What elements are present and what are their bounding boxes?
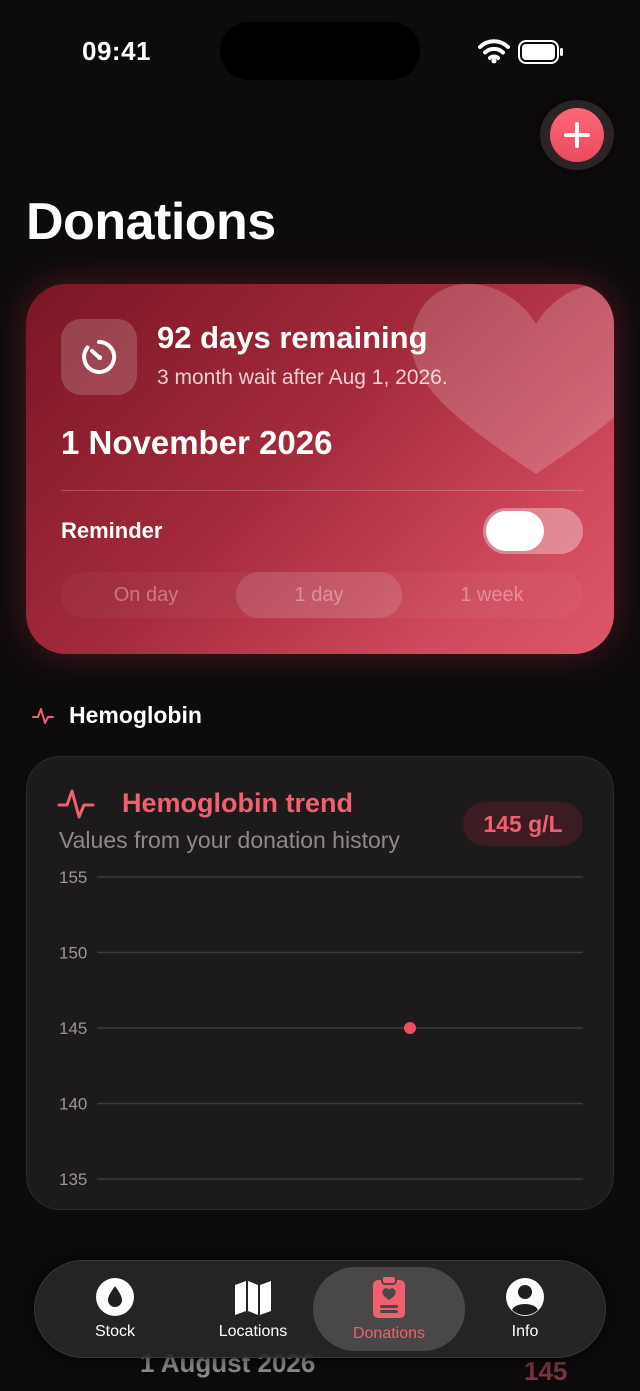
battery-icon [518, 40, 563, 64]
section-title-hemoglobin: Hemoglobin [69, 702, 202, 728]
toggle-knob [486, 511, 544, 551]
timer-icon [82, 339, 117, 374]
reminder-timing-segmented-control[interactable]: On day 1 day 1 week [61, 572, 583, 618]
tab-donations[interactable]: Donations [319, 1261, 459, 1357]
chart-subtitle: Values from your donation history [59, 827, 400, 853]
dynamic-island [220, 22, 420, 80]
tab-locations[interactable]: Locations [183, 1261, 323, 1357]
hemoglobin-chart: 155 150 145 140 135 [59, 868, 583, 1189]
add-donation-button[interactable] [540, 100, 614, 170]
page-title: Donations [26, 193, 276, 251]
next-donation-card: 92 days remaining 3 month wait after Aug… [26, 284, 614, 654]
plus-icon [564, 122, 590, 148]
hemoglobin-trend-card: Hemoglobin trend Values from your donati… [26, 756, 614, 1210]
next-donation-date: 1 November 2026 [61, 424, 333, 461]
drop-icon [96, 1278, 134, 1316]
current-value-badge: 145 g/L [463, 802, 583, 846]
y-tick-label: 155 [59, 868, 87, 887]
segment-1-day[interactable]: 1 day [236, 572, 402, 618]
wait-description: 3 month wait after Aug 1, 2026. [157, 366, 448, 389]
y-tick-label: 145 [59, 1019, 87, 1038]
clipboard-heart-icon [373, 1275, 405, 1318]
y-tick-label: 150 [59, 944, 87, 963]
tab-bar: Stock Locations Donations Info [34, 1260, 606, 1358]
tab-info[interactable]: Info [455, 1261, 595, 1357]
map-icon [235, 1281, 271, 1315]
tab-label: Stock [94, 1323, 135, 1340]
person-circle-icon [506, 1278, 544, 1316]
tab-label: Info [511, 1323, 539, 1340]
y-tick-label: 135 [59, 1170, 87, 1189]
reminder-toggle[interactable] [483, 508, 583, 554]
reminder-label: Reminder [61, 518, 163, 543]
tab-stock[interactable]: Stock [45, 1261, 185, 1357]
heartbeat-icon [32, 708, 54, 724]
donation-entry-value: 145 [524, 1356, 568, 1386]
chart-title: Hemoglobin trend [122, 788, 353, 818]
divider [61, 490, 583, 491]
y-tick-label: 140 [59, 1095, 87, 1114]
data-point[interactable] [404, 1022, 416, 1034]
wifi-icon [478, 39, 510, 64]
segment-on-day[interactable]: On day [61, 572, 231, 618]
days-remaining: 92 days remaining [157, 320, 428, 355]
segment-1-week[interactable]: 1 week [407, 572, 577, 618]
tab-label: Locations [218, 1323, 288, 1340]
tab-label: Donations [352, 1325, 426, 1342]
status-time: 09:41 [82, 36, 151, 66]
heartbeat-icon [57, 789, 95, 819]
timer-icon-box [61, 319, 137, 395]
